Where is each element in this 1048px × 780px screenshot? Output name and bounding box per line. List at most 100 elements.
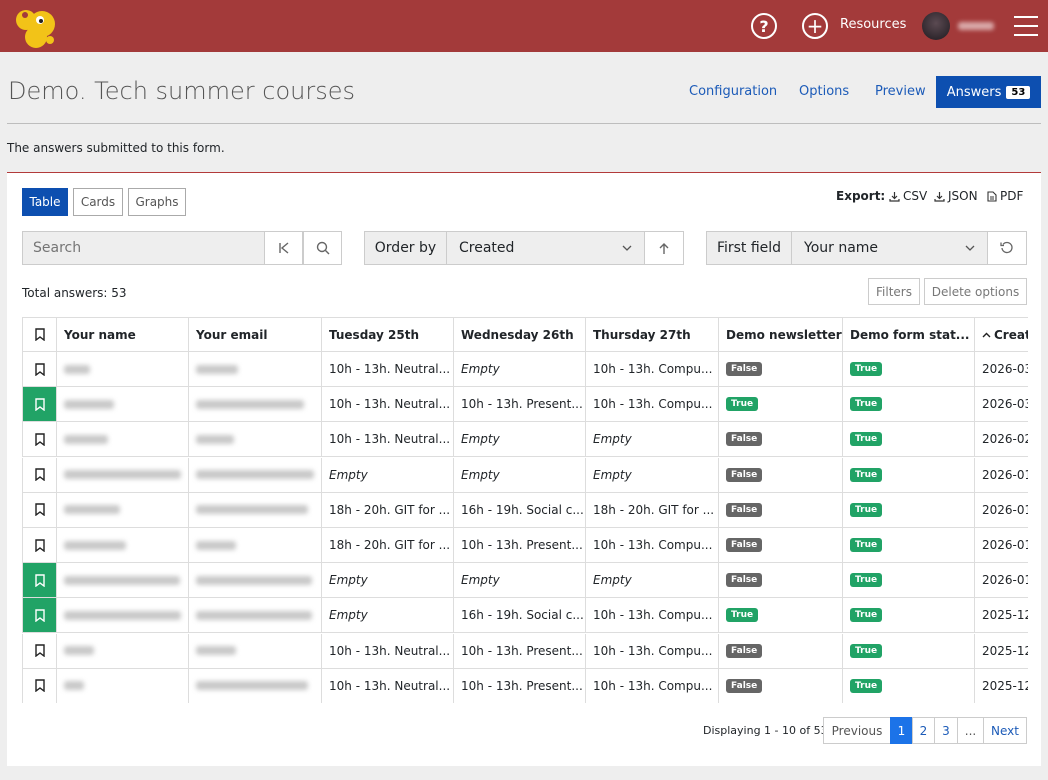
tab-configuration[interactable]: Configuration — [689, 84, 777, 99]
column-header-demo-newsletter[interactable]: Demo newsletter — [719, 317, 843, 352]
order-by-label: Order by — [364, 231, 447, 265]
table-row[interactable]: 10h - 13h. Neutral... Empty Empty False True… — [22, 422, 1028, 458]
cell-email-blurred — [189, 457, 322, 493]
page-1-button[interactable]: 1 — [890, 717, 913, 744]
cell-created: 2026-01 — [975, 563, 1028, 599]
cell-name-blurred — [57, 422, 189, 458]
table-row[interactable]: Empty 16h - 19h. Social c... 10h - 13h. Co… — [22, 598, 1028, 634]
bookmark-header-icon[interactable] — [22, 317, 57, 352]
search-input[interactable] — [22, 231, 265, 265]
cell-wednesday: Empty — [454, 352, 586, 387]
app-logo-icon[interactable] — [10, 4, 62, 50]
export-csv-button[interactable]: CSV — [889, 189, 927, 203]
view-graphs-button[interactable]: Graphs — [128, 188, 186, 216]
hamburger-icon[interactable] — [1014, 16, 1038, 36]
first-field-value: Your name — [804, 240, 879, 256]
cell-newsletter: False — [719, 422, 843, 458]
export-csv-label: CSV — [903, 189, 928, 203]
table-row[interactable]: 18h - 20h. GIT for ... 16h - 19h. Social … — [22, 492, 1028, 528]
table-row[interactable]: 10h - 13h. Neutral... 10h - 13h. Present.… — [22, 387, 1028, 423]
add-icon[interactable]: + — [802, 13, 828, 39]
cell-newsletter: True — [719, 598, 843, 634]
column-header-tuesday[interactable]: Tuesday 25th — [322, 317, 454, 352]
cell-form-status: True — [843, 422, 975, 458]
cell-email-blurred — [189, 633, 322, 669]
page-2-button[interactable]: 2 — [912, 717, 935, 744]
column-header-wednesday[interactable]: Wednesday 26th — [454, 317, 586, 352]
bookmark-icon[interactable] — [22, 528, 57, 563]
cell-name-blurred — [57, 492, 189, 528]
bookmark-icon[interactable] — [22, 422, 57, 458]
first-field-select[interactable]: Your name — [791, 231, 988, 265]
column-header-demo-form-status[interactable]: Demo form stat... — [843, 317, 975, 352]
cell-newsletter: False — [719, 563, 843, 599]
download-icon — [934, 191, 945, 202]
cell-newsletter: False — [719, 492, 843, 528]
column-header-thursday[interactable]: Thursday 27th — [586, 317, 719, 352]
cell-wednesday: 10h - 13h. Present... — [454, 387, 586, 423]
status-badge: True — [850, 608, 883, 623]
table-row[interactable]: Empty Empty Empty False True 2026-01 — [22, 563, 1028, 599]
column-header-your-name[interactable]: Your name — [57, 317, 189, 352]
resources-link[interactable]: Resources — [840, 17, 906, 32]
column-header-created[interactable]: Creat — [975, 317, 1028, 352]
cell-tuesday: Empty — [322, 598, 454, 634]
user-name-blurred[interactable] — [958, 22, 994, 30]
cell-wednesday: Empty — [454, 563, 586, 599]
previous-page-button[interactable]: Previous — [823, 717, 891, 744]
bookmark-icon[interactable] — [22, 492, 57, 528]
bookmark-icon[interactable] — [22, 668, 57, 703]
status-badge: True — [850, 397, 883, 412]
cell-wednesday: Empty — [454, 457, 586, 493]
filters-button[interactable]: Filters — [868, 278, 920, 305]
tab-options[interactable]: Options — [799, 84, 849, 99]
bookmark-icon[interactable] — [22, 633, 57, 669]
cell-tuesday: Empty — [322, 563, 454, 599]
cell-form-status: True — [843, 598, 975, 634]
status-badge: False — [726, 643, 763, 658]
cell-email-blurred — [189, 528, 322, 563]
cell-thursday: 10h - 13h. Compu... — [586, 528, 719, 563]
bookmark-icon[interactable] — [22, 352, 57, 387]
table-row[interactable]: 18h - 20h. GIT for ... 10h - 13h. Present… — [22, 528, 1028, 563]
cell-tuesday: 18h - 20h. GIT for ... — [322, 492, 454, 528]
table-row[interactable]: 10h - 13h. Neutral... 10h - 13h. Present.… — [22, 633, 1028, 669]
cell-email-blurred — [189, 598, 322, 634]
bookmark-icon[interactable] — [22, 598, 57, 634]
cell-form-status: True — [843, 528, 975, 563]
cell-created: 2025-12 — [975, 669, 1028, 703]
tab-answers[interactable]: Answers 53 — [936, 76, 1041, 108]
cell-created: 2026-02 — [975, 422, 1028, 458]
view-cards-button[interactable]: Cards — [73, 188, 123, 216]
bookmark-icon[interactable] — [22, 563, 57, 599]
cell-thursday: Empty — [586, 563, 719, 599]
next-page-button[interactable]: Next — [983, 717, 1027, 744]
cell-newsletter: False — [719, 668, 843, 703]
cell-email-blurred — [189, 352, 322, 387]
column-header-your-email[interactable]: Your email — [189, 317, 322, 352]
cell-wednesday: 16h - 19h. Social c... — [454, 492, 586, 528]
export-pdf-button[interactable]: PDF — [987, 189, 1023, 203]
cell-thursday: 10h - 13h. Compu... — [586, 633, 719, 669]
search-icon[interactable] — [303, 231, 342, 265]
view-table-button[interactable]: Table — [22, 188, 68, 216]
table-row[interactable]: 10h - 13h. Neutral... Empty 10h - 13h. Com… — [22, 352, 1028, 387]
avatar[interactable] — [922, 12, 950, 40]
table-row[interactable]: 10h - 13h. Neutral... 10h - 13h. Present.… — [22, 668, 1028, 703]
reset-icon[interactable] — [987, 231, 1027, 265]
sort-direction-icon[interactable] — [644, 231, 684, 265]
order-by-select[interactable]: Created — [446, 231, 645, 265]
help-icon[interactable]: ? — [751, 13, 777, 39]
table-row[interactable]: Empty Empty Empty False True 2026-01 — [22, 457, 1028, 493]
cell-created: 2026-01 — [975, 458, 1028, 493]
delete-options-button[interactable]: Delete options — [924, 278, 1027, 305]
bookmark-icon[interactable] — [22, 457, 57, 493]
table-header-row: Your name Your email Tuesday 25th Wednes… — [22, 317, 1028, 352]
export-json-button[interactable]: JSON — [934, 189, 978, 203]
tab-preview[interactable]: Preview — [875, 84, 926, 99]
cell-tuesday: 10h - 13h. Neutral... — [322, 352, 454, 387]
cell-thursday: 10h - 13h. Compu... — [586, 668, 719, 703]
first-page-icon[interactable] — [264, 231, 303, 265]
page-3-button[interactable]: 3 — [934, 717, 958, 744]
bookmark-icon[interactable] — [22, 387, 57, 423]
